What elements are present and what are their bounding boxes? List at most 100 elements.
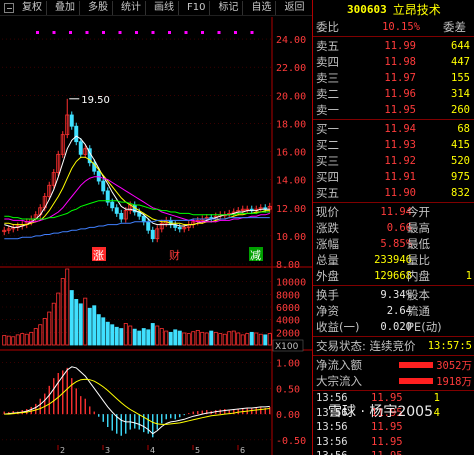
buy-order-row[interactable]: 买二 11.93 415: [313, 137, 474, 153]
event-marker: 财: [169, 248, 180, 262]
candle-body: [74, 125, 79, 143]
buy-order-row[interactable]: 买五 11.90 832: [313, 185, 474, 201]
stat-label-2: 量比: [407, 253, 430, 267]
stat-label: 换手: [316, 288, 339, 302]
time-tick-label: 5: [195, 446, 200, 455]
buy-order-row[interactable]: 买一 11.94 68: [313, 121, 474, 137]
order-price: 11.96: [384, 88, 416, 100]
price-axis-label: 12.00: [276, 204, 306, 215]
order-label: 买三: [316, 154, 339, 168]
stock-name[interactable]: 立昂技术: [393, 1, 441, 18]
money-flow: 净流入额 3052万 大宗流入 1918万: [313, 357, 474, 389]
time-tick-label: 3: [105, 446, 110, 455]
tick-row: 13:56 11.95: [313, 450, 474, 455]
order-label: 卖五: [316, 39, 339, 53]
toolbar-button-multi-stock[interactable]: 多股: [84, 0, 113, 15]
volume-axis-label: 4000: [276, 316, 300, 327]
candle-body: [114, 207, 119, 214]
candle-body: [177, 227, 182, 230]
price-axis-label: 14.00: [276, 176, 306, 187]
order-price: 11.98: [384, 56, 416, 68]
tick-time: 13:56: [316, 421, 348, 433]
toolbar-button-back[interactable]: 返回: [280, 1, 308, 15]
kline-chart-area[interactable]: 24.00 22.00 20.00 18.00 16.00 14.00 12.00 10.00…: [0, 17, 312, 455]
price-axis-label: 10.00: [276, 232, 306, 243]
tick-time: 13:56: [316, 435, 348, 448]
volume-bar: [128, 325, 133, 346]
flow-value: 1918万: [436, 375, 472, 388]
collapse-icon[interactable]: [4, 2, 14, 13]
order-price: 11.92: [384, 155, 416, 167]
toolbar-button-f10[interactable]: F10: [183, 0, 211, 15]
volume-bar: [2, 335, 7, 346]
stat-label-2: 股本: [407, 288, 430, 302]
volume-bar: [258, 333, 263, 346]
volume-bar: [123, 323, 128, 346]
price-axis-label: 18.00: [276, 119, 306, 130]
volume-bar: [263, 334, 268, 346]
volume-bar: [60, 278, 65, 346]
volume-axis-label: 8000: [276, 290, 300, 301]
stock-code: 300603: [347, 3, 387, 16]
volume-axis-label: 6000: [276, 303, 300, 314]
candle-body: [146, 221, 151, 231]
kline-chart[interactable]: 24.0022.0020.0018.0016.0014.0012.0010.00…: [0, 17, 312, 455]
toolbar-button-fuquan[interactable]: 复权: [18, 0, 47, 15]
candle-body: [78, 141, 83, 155]
volume-bar: [155, 325, 160, 346]
time-tick-label: 4: [150, 446, 155, 455]
toolbar-button-watchlist[interactable]: 自选: [247, 0, 277, 15]
toolbar-button-draw-line[interactable]: 画线: [150, 0, 179, 15]
volume-axis-label: 2000: [276, 328, 300, 339]
tick-volume: 4: [433, 406, 440, 419]
divider: [313, 355, 474, 356]
candle-body: [110, 201, 115, 209]
volume-bar: [87, 307, 92, 346]
divider: [313, 202, 474, 203]
candle-body: [150, 229, 155, 240]
volume-bar: [222, 333, 227, 346]
toolbar-button-statistics[interactable]: 统计: [117, 0, 146, 15]
volume-bar: [141, 328, 146, 346]
macd-axis-label: 0.00: [276, 410, 300, 421]
weibi-row: 委比 10.15% 委差: [313, 19, 474, 35]
buy-orders: 买一 11.94 68 买二 11.93 415 买三 11.92 520 买四 11.91 975 买…: [313, 121, 474, 201]
sell-order-row[interactable]: 卖四 11.98 447: [313, 54, 474, 70]
volume-bar: [240, 334, 245, 346]
stat-label-2: 内盘: [407, 269, 430, 283]
stat-row: 外盘 129668 内盘 1: [313, 268, 474, 284]
tick-row: 13:56 11.95: [313, 436, 474, 451]
moving-average-line: [4, 217, 270, 240]
sell-order-row[interactable]: 卖二 11.96 314: [313, 86, 474, 102]
signal-dot: [201, 31, 204, 34]
order-volume: 832: [451, 187, 470, 199]
volume-bar: [74, 298, 79, 346]
flow-label: 大宗流入: [316, 374, 362, 388]
candle-body: [141, 215, 146, 223]
volume-bar: [209, 330, 214, 346]
signal-dot: [118, 31, 122, 34]
volume-bar: [20, 333, 25, 346]
volume-bar: [191, 331, 196, 346]
order-volume: 155: [451, 72, 470, 84]
divider: [313, 285, 474, 286]
event-marker: 涨: [93, 249, 104, 262]
weibi-label: 委比: [316, 20, 339, 34]
stat-value-2: 1: [465, 270, 472, 282]
sell-order-row[interactable]: 卖五 11.99 644: [313, 38, 474, 54]
volume-bar: [92, 305, 97, 346]
volume-bar: [38, 324, 43, 346]
volume-bar: [29, 331, 34, 346]
buy-order-row[interactable]: 买三 11.92 520: [313, 153, 474, 169]
buy-order-row[interactable]: 买四 11.91 975: [313, 169, 474, 185]
order-volume: 975: [451, 171, 470, 183]
order-volume: 415: [451, 139, 470, 151]
order-label: 买二: [316, 138, 339, 152]
sell-order-row[interactable]: 卖三 11.97 155: [313, 70, 474, 86]
toolbar-button-mark[interactable]: 标记: [214, 0, 244, 15]
volume-bar: [236, 332, 241, 346]
flow-bar: [399, 362, 433, 368]
sell-order-row[interactable]: 卖一 11.95 260: [313, 102, 474, 118]
toolbar-button-overlay[interactable]: 叠加: [51, 0, 80, 15]
peak-price-label: 19.50: [81, 95, 110, 106]
